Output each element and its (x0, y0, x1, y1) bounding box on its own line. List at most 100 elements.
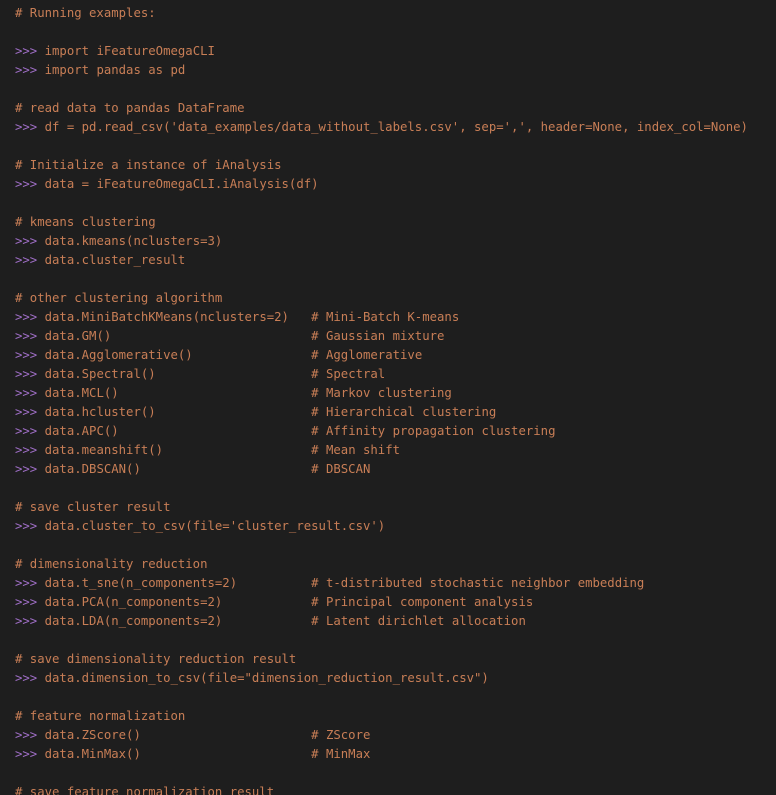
comment-line: # Running examples: (15, 4, 776, 23)
comment-gutter-spacer (222, 593, 311, 612)
comment-text: # dimensionality reduction (15, 557, 208, 571)
comment-gutter-spacer (141, 726, 311, 745)
inline-comment-text: # Latent dirichlet allocation (311, 614, 526, 628)
comment-line: # save dimensionality reduction result (15, 650, 776, 669)
code-line: >>> data.cluster_result (15, 251, 776, 270)
comment-gutter-spacer (156, 403, 311, 422)
prompt-symbol: >>> (15, 443, 45, 457)
inline-comment-text: # DBSCAN (311, 462, 371, 476)
inline-comment-text: # Spectral (311, 367, 386, 381)
comment-line: # dimensionality reduction (15, 555, 776, 574)
code-text: data.dimension_to_csv(file="dimension_re… (44, 671, 489, 685)
comment-gutter-spacer (222, 612, 311, 631)
comment-gutter-spacer (119, 384, 312, 403)
prompt-symbol: >>> (15, 747, 45, 761)
code-text: data.PCA(n_components=2) (44, 595, 223, 609)
code-text: data.meanshift() (44, 443, 164, 457)
comment-gutter-spacer (141, 745, 311, 764)
inline-comment-text: # Gaussian mixture (311, 329, 445, 343)
inline-comment-text: # Mean shift (311, 443, 401, 457)
code-line: >>> df = pd.read_csv('data_examples/data… (15, 118, 776, 137)
code-text: data.ZScore() (44, 728, 141, 742)
inline-comment-text: # Markov clustering (311, 386, 452, 400)
comment-gutter-spacer (163, 441, 311, 460)
comment-gutter-spacer (237, 574, 311, 593)
prompt-symbol: >>> (15, 728, 45, 742)
code-text: data.MinMax() (44, 747, 141, 761)
code-line: >>> data = iFeatureOmegaCLI.iAnalysis(df… (15, 175, 776, 194)
inline-comment-text: # Principal component analysis (311, 595, 534, 609)
code-text: data.MiniBatchKMeans(nclusters=2) (44, 310, 289, 324)
code-line: >>> data.Spectral() # Spectral (15, 365, 776, 384)
code-text: data.GM() (44, 329, 112, 343)
comment-text: # kmeans clustering (15, 215, 156, 229)
code-text: df = pd.read_csv('data_examples/data_wit… (44, 120, 748, 134)
code-line: >>> data.Agglomerative() # Agglomerative (15, 346, 776, 365)
prompt-symbol: >>> (15, 310, 45, 324)
comment-gutter-spacer (193, 346, 311, 365)
prompt-symbol: >>> (15, 576, 45, 590)
code-text: data.kmeans(nclusters=3) (44, 234, 223, 248)
comment-text: # save dimensionality reduction result (15, 652, 297, 666)
prompt-symbol: >>> (15, 462, 45, 476)
prompt-symbol: >>> (15, 519, 45, 533)
code-line: >>> import iFeatureOmegaCLI (15, 42, 776, 61)
comment-gutter-spacer (156, 365, 311, 384)
prompt-symbol: >>> (15, 177, 45, 191)
code-line: >>> data.dimension_to_csv(file="dimensio… (15, 669, 776, 688)
code-text: data = iFeatureOmegaCLI.iAnalysis(df) (44, 177, 319, 191)
terminal-code-block[interactable]: # Running examples: >>> import iFeatureO… (0, 0, 776, 795)
code-line: >>> data.MiniBatchKMeans(nclusters=2) # … (15, 308, 776, 327)
prompt-symbol: >>> (15, 253, 45, 267)
inline-comment-text: # MinMax (311, 747, 371, 761)
comment-gutter-spacer (119, 422, 312, 441)
code-line: >>> data.PCA(n_components=2) # Principal… (15, 593, 776, 612)
code-line: >>> data.cluster_to_csv(file='cluster_re… (15, 517, 776, 536)
comment-text: # Initialize a instance of iAnalysis (15, 158, 282, 172)
code-line: >>> data.t_sne(n_components=2) # t-distr… (15, 574, 776, 593)
comment-line: # save feature normalization result (15, 783, 776, 795)
prompt-symbol: >>> (15, 63, 45, 77)
code-line: >>> data.MinMax() # MinMax (15, 745, 776, 764)
comment-text: # Running examples: (15, 6, 156, 20)
code-text: import pandas as pd (44, 63, 186, 77)
code-text: import iFeatureOmegaCLI (44, 44, 215, 58)
code-text: data.cluster_to_csv(file='cluster_result… (44, 519, 386, 533)
comment-gutter-spacer (111, 327, 311, 346)
code-text: data.APC() (44, 424, 119, 438)
inline-comment-text: # Agglomerative (311, 348, 423, 362)
comment-line: # kmeans clustering (15, 213, 776, 232)
comment-text: # feature normalization (15, 709, 186, 723)
comment-line: # other clustering algorithm (15, 289, 776, 308)
inline-comment-text: # Affinity propagation clustering (311, 424, 556, 438)
code-text: data.t_sne(n_components=2) (44, 576, 238, 590)
prompt-symbol: >>> (15, 367, 45, 381)
code-line: >>> data.APC() # Affinity propagation cl… (15, 422, 776, 441)
code-text: data.LDA(n_components=2) (44, 614, 223, 628)
code-text: data.cluster_result (44, 253, 186, 267)
code-text: data.Agglomerative() (44, 348, 193, 362)
comment-text: # other clustering algorithm (15, 291, 223, 305)
prompt-symbol: >>> (15, 329, 45, 343)
code-line: >>> import pandas as pd (15, 61, 776, 80)
code-line: >>> data.GM() # Gaussian mixture (15, 327, 776, 346)
comment-text: # save cluster result (15, 500, 171, 514)
prompt-symbol: >>> (15, 405, 45, 419)
code-line: >>> data.kmeans(nclusters=3) (15, 232, 776, 251)
prompt-symbol: >>> (15, 614, 45, 628)
prompt-symbol: >>> (15, 424, 45, 438)
comment-text: # save feature normalization result (15, 785, 275, 795)
code-text: data.MCL() (44, 386, 119, 400)
prompt-symbol: >>> (15, 348, 45, 362)
inline-comment-text: # ZScore (311, 728, 371, 742)
prompt-symbol: >>> (15, 595, 45, 609)
comment-line: # Initialize a instance of iAnalysis (15, 156, 776, 175)
code-line: >>> data.MCL() # Markov clustering (15, 384, 776, 403)
